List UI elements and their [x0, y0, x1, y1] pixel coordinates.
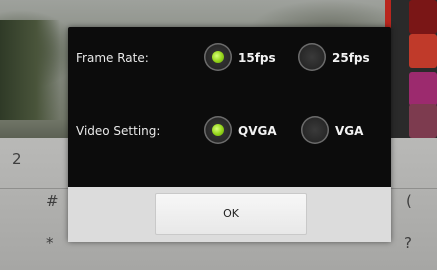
video-setting-qvga-label[interactable]: QVGA — [238, 124, 277, 138]
dialog-button-bar: OK — [68, 187, 391, 242]
thumbnail-1 — [409, 0, 437, 34]
frame-rate-label: Frame Rate: — [76, 51, 149, 65]
key-star: * — [46, 234, 54, 252]
frame-rate-25fps-label[interactable]: 25fps — [332, 51, 370, 65]
frame-rate-25fps-radio[interactable] — [298, 43, 326, 71]
key-paren: ( — [406, 192, 412, 210]
key-hash: # — [46, 192, 59, 210]
radio-selected-indicator — [212, 51, 224, 63]
video-setting-vga-radio[interactable] — [301, 116, 329, 144]
video-settings-dialog: Frame Rate: 15fps 25fps Video Setting: Q… — [68, 27, 391, 242]
thumbnail-2 — [409, 34, 437, 68]
thumbnail-4 — [409, 104, 437, 138]
thumbnail-3 — [409, 72, 437, 106]
frame-rate-15fps-radio[interactable] — [204, 43, 232, 71]
frame-rate-15fps-label[interactable]: 15fps — [238, 51, 276, 65]
preview-trees — [0, 20, 60, 130]
video-setting-vga-label[interactable]: VGA — [335, 124, 363, 138]
radio-selected-indicator — [212, 124, 224, 136]
key-question: ? — [404, 234, 412, 252]
video-setting-label: Video Setting: — [76, 124, 161, 138]
video-setting-qvga-radio[interactable] — [204, 116, 232, 144]
ok-button[interactable]: OK — [155, 193, 307, 235]
key-2: 2 — [12, 150, 22, 168]
